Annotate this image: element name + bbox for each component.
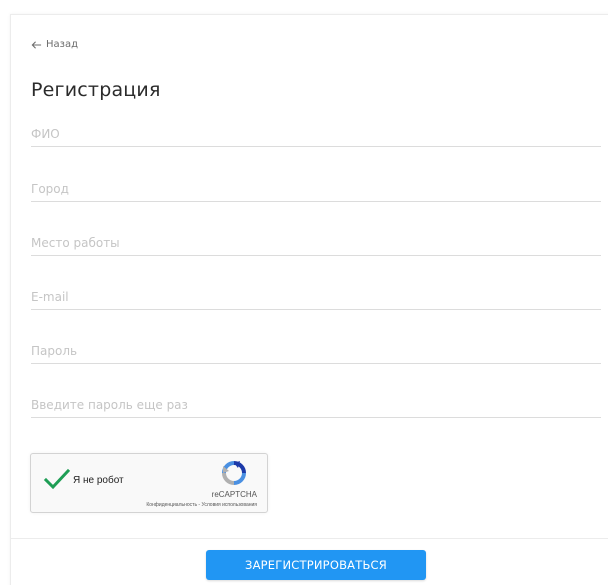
- check-icon: [43, 468, 71, 490]
- recaptcha-brand: reCAPTCHA: [211, 490, 257, 499]
- back-label: Назад: [46, 39, 79, 50]
- page-title: Регистрация: [31, 79, 161, 101]
- recaptcha-logo-icon: [222, 461, 246, 485]
- recaptcha-widget: Я не робот reCAPTCHA Конфиденциальность …: [30, 453, 268, 513]
- fullname-input[interactable]: [31, 125, 601, 147]
- page: Назад Регистрация Я не робот r: [0, 0, 608, 585]
- city-input[interactable]: [31, 180, 601, 202]
- recaptcha-label: Я не робот: [73, 475, 124, 486]
- footer-divider: [11, 538, 608, 539]
- recaptcha-checkbox[interactable]: [43, 468, 71, 492]
- arrow-left-icon: [31, 40, 42, 49]
- email-input[interactable]: [31, 288, 601, 310]
- password-input[interactable]: [31, 342, 601, 364]
- password-confirm-input[interactable]: [31, 396, 601, 418]
- workplace-input[interactable]: [31, 234, 601, 256]
- back-link[interactable]: Назад: [31, 39, 78, 50]
- register-button[interactable]: ЗАРЕГИСТРИРОВАТЬСЯ: [206, 550, 426, 580]
- recaptcha-links[interactable]: Конфиденциальность - Условия использован…: [146, 502, 257, 508]
- registration-card: Назад Регистрация Я не робот r: [10, 14, 608, 585]
